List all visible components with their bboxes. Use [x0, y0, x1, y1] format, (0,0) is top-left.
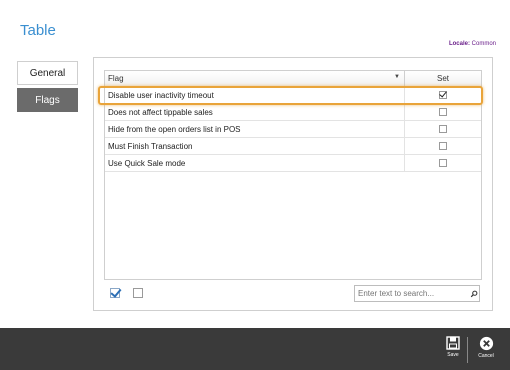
set-checkbox[interactable] — [439, 142, 447, 150]
flag-label: Disable user inactivity timeout — [105, 87, 405, 103]
column-header-flag-label: Flag — [108, 74, 124, 83]
flag-label: Use Quick Sale mode — [105, 155, 405, 171]
flags-grid: Flag ▼ Set Disable user inactivity timeo… — [104, 70, 482, 280]
table-row[interactable]: Disable user inactivity timeout — [105, 87, 481, 104]
search-input[interactable] — [355, 286, 468, 301]
footer-bar: Save Cancel — [0, 328, 510, 370]
table-row[interactable]: Use Quick Sale mode — [105, 155, 481, 172]
close-icon — [479, 336, 493, 351]
flag-label: Must Finish Transaction — [105, 138, 405, 154]
set-checkbox[interactable] — [439, 159, 447, 167]
footer-separator — [467, 337, 468, 363]
cancel-button[interactable]: Cancel — [474, 336, 498, 366]
locale-indicator: Locale: Common — [449, 41, 496, 47]
search-icon[interactable] — [468, 287, 479, 301]
set-cell — [405, 138, 481, 154]
select-none-checkbox[interactable] — [133, 288, 143, 298]
table-row[interactable]: Must Finish Transaction — [105, 138, 481, 155]
flag-label: Hide from the open orders list in POS — [105, 121, 405, 137]
table-row[interactable]: Does not affect tippable sales — [105, 104, 481, 121]
select-all-checkbox[interactable] — [110, 288, 120, 298]
tab-flags[interactable]: Flags — [17, 88, 78, 112]
table-row[interactable]: Hide from the open orders list in POS — [105, 121, 481, 138]
save-label: Save — [447, 352, 459, 358]
save-button[interactable]: Save — [441, 336, 465, 366]
set-checkbox[interactable] — [439, 108, 447, 116]
set-cell — [405, 121, 481, 137]
tab-general[interactable]: General — [17, 61, 78, 85]
set-cell — [405, 155, 481, 171]
locale-value: Common — [471, 41, 496, 47]
column-header-flag[interactable]: Flag ▼ — [105, 71, 405, 86]
set-checkbox[interactable] — [439, 125, 447, 133]
cancel-label: Cancel — [478, 353, 494, 359]
save-icon — [446, 336, 460, 350]
flag-label: Does not affect tippable sales — [105, 104, 405, 120]
column-header-set[interactable]: Set — [405, 71, 481, 86]
search-box — [354, 285, 480, 302]
set-checkbox[interactable] — [439, 91, 447, 99]
sort-arrow-icon: ▼ — [394, 74, 400, 80]
grid-header: Flag ▼ Set — [105, 71, 481, 87]
set-cell — [405, 104, 481, 120]
locale-label: Locale: — [448, 41, 470, 47]
flags-panel: Flag ▼ Set Disable user inactivity timeo… — [93, 57, 493, 311]
page-title: Table — [20, 22, 56, 39]
column-header-set-label: Set — [436, 74, 449, 83]
set-cell — [405, 87, 481, 103]
